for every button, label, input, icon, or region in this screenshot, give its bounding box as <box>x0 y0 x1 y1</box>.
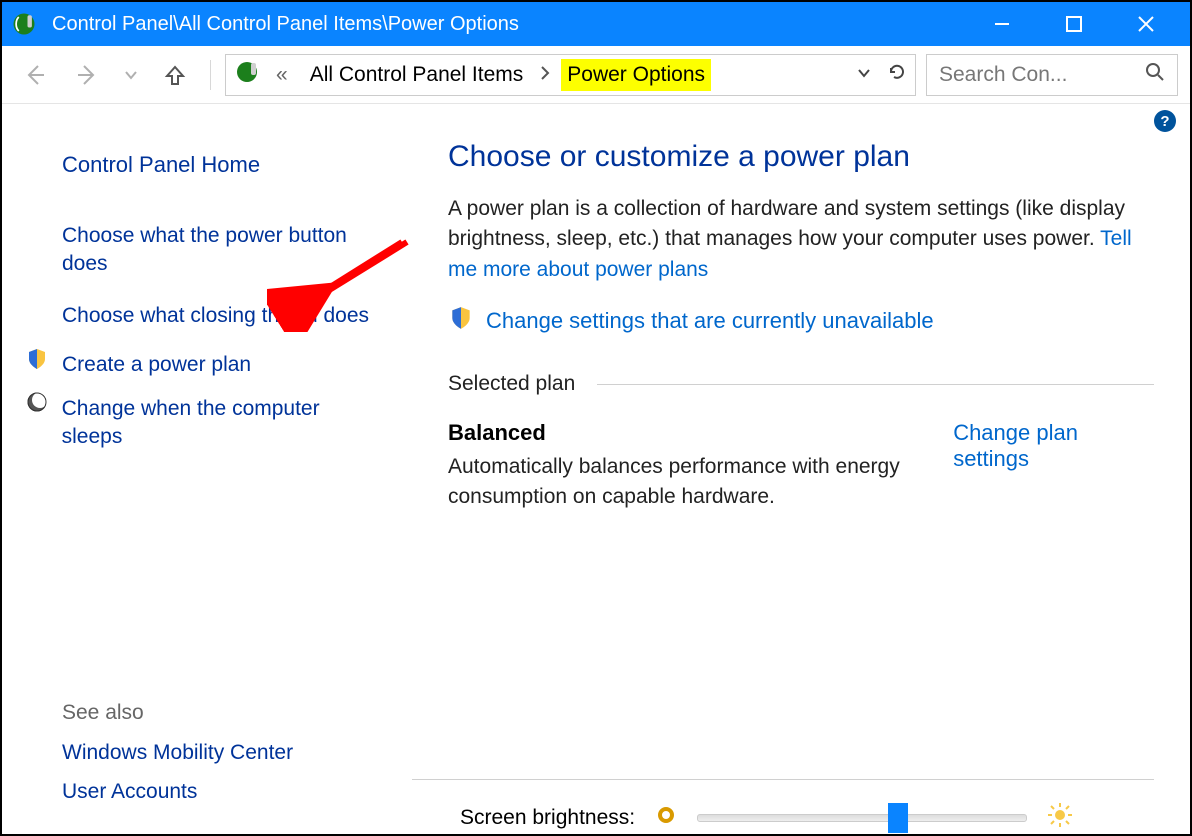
see-also-user-accounts[interactable]: User Accounts <box>62 778 382 806</box>
control-panel-home-link[interactable]: Control Panel Home <box>62 150 382 180</box>
up-button[interactable] <box>154 54 196 96</box>
close-button[interactable] <box>1110 2 1182 46</box>
shield-icon <box>22 343 52 371</box>
main-panel: Choose or customize a power plan A power… <box>412 104 1190 834</box>
selected-plan-label: Selected plan <box>448 372 575 396</box>
breadcrumb-current[interactable]: Power Options <box>561 59 711 91</box>
search-icon <box>1145 62 1165 88</box>
sidebar-link-computer-sleeps[interactable]: Change when the computer sleeps <box>62 395 382 452</box>
plan-description: Automatically balances performance with … <box>448 452 953 511</box>
brightness-bar: Screen brightness: <box>412 779 1154 834</box>
address-history-dropdown[interactable] <box>857 64 871 85</box>
nav-separator <box>210 60 211 90</box>
sidebar-link-power-button[interactable]: Choose what the power button does <box>62 222 382 279</box>
see-also-mobility-center[interactable]: Windows Mobility Center <box>62 739 382 767</box>
brightness-slider[interactable] <box>697 814 1027 822</box>
search-input[interactable]: Search Con... <box>926 54 1178 96</box>
brightness-high-icon <box>1047 802 1073 834</box>
power-options-icon <box>234 59 260 91</box>
change-unavailable-link[interactable]: Change settings that are currently unava… <box>486 308 934 334</box>
shield-icon <box>448 305 474 336</box>
plan-name-balanced: Balanced <box>448 420 953 446</box>
page-description: A power plan is a collection of hardware… <box>448 194 1154 285</box>
breadcrumb-all-items[interactable]: All Control Panel Items <box>304 59 530 91</box>
search-placeholder: Search Con... <box>939 63 1067 87</box>
back-button[interactable] <box>14 54 56 96</box>
sidebar-link-create-plan[interactable]: Create a power plan <box>62 351 251 379</box>
page-heading: Choose or customize a power plan <box>448 140 1154 174</box>
moon-icon <box>22 387 52 413</box>
change-plan-settings-link[interactable]: Change plan settings <box>953 420 1154 472</box>
chevron-right-icon[interactable] <box>539 65 551 84</box>
minimize-button[interactable] <box>966 2 1038 46</box>
forward-button[interactable] <box>66 54 108 96</box>
brightness-label: Screen brightness: <box>460 806 635 830</box>
see-also-label: See also <box>62 701 382 725</box>
sidebar-link-closing-lid[interactable]: Choose what closing the lid does <box>62 302 382 330</box>
brightness-slider-thumb[interactable] <box>888 803 908 833</box>
maximize-button[interactable] <box>1038 2 1110 46</box>
address-bar[interactable]: « All Control Panel Items Power Options <box>225 54 916 96</box>
description-text: A power plan is a collection of hardware… <box>448 197 1125 250</box>
refresh-button[interactable] <box>887 62 907 87</box>
brightness-low-icon <box>655 804 677 832</box>
window-titlebar: Control Panel\All Control Panel Items\Po… <box>2 2 1190 46</box>
sidebar: Control Panel Home Choose what the power… <box>2 104 412 834</box>
recent-locations-dropdown[interactable] <box>118 54 144 96</box>
power-options-app-icon <box>10 10 38 38</box>
section-divider <box>597 384 1154 385</box>
breadcrumb-prefix: « <box>270 59 294 91</box>
navigation-bar: « All Control Panel Items Power Options … <box>2 46 1190 104</box>
window-title: Control Panel\All Control Panel Items\Po… <box>52 13 966 36</box>
